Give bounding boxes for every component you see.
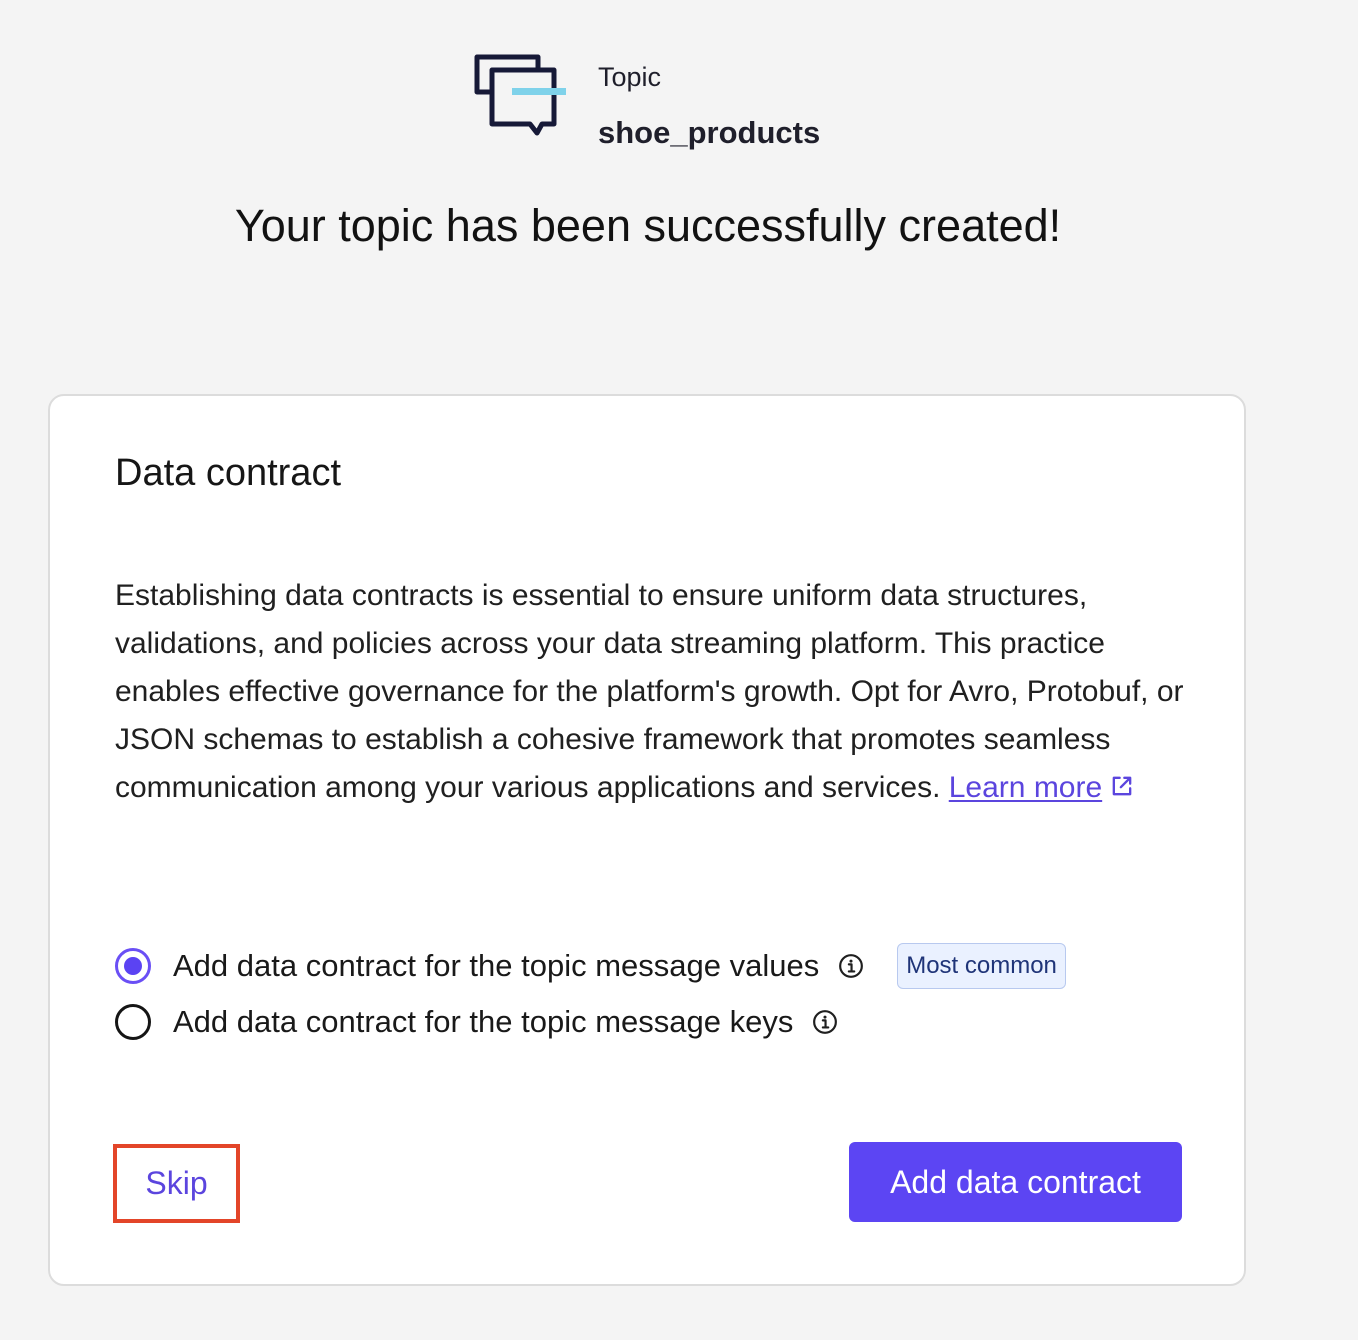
card-description: Establishing data contracts is essential… [115,572,1190,812]
option-values[interactable]: Add data contract for the topic message … [115,942,1066,990]
option-values-label: Add data contract for the topic message … [173,948,820,983]
card-title: Data contract [115,452,341,494]
info-icon[interactable] [812,1009,838,1035]
info-icon[interactable] [838,953,864,979]
skip-button[interactable]: Skip [113,1144,240,1223]
topic-kind-label: Topic [598,62,662,92]
data-contract-card: Data contract Establishing data contract… [48,394,1246,1286]
topic-name: shoe_products [598,115,821,150]
option-keys-label: Add data contract for the topic message … [173,1004,794,1039]
success-heading: Your topic has been successfully created… [234,200,1062,251]
radio-keys[interactable] [115,1004,151,1040]
radio-values[interactable] [115,948,151,984]
learn-more-label: Learn more [948,771,1103,804]
external-link-icon[interactable] [1108,772,1136,800]
add-data-contract-button[interactable]: Add data contract [849,1142,1182,1222]
most-common-badge: Most common [897,943,1066,989]
chat-topic-icon [474,54,566,136]
option-keys[interactable]: Add data contract for the topic message … [115,998,838,1046]
learn-more-link[interactable]: Learn more [949,771,1102,804]
topic-meta: Topic shoe_products [598,60,820,152]
